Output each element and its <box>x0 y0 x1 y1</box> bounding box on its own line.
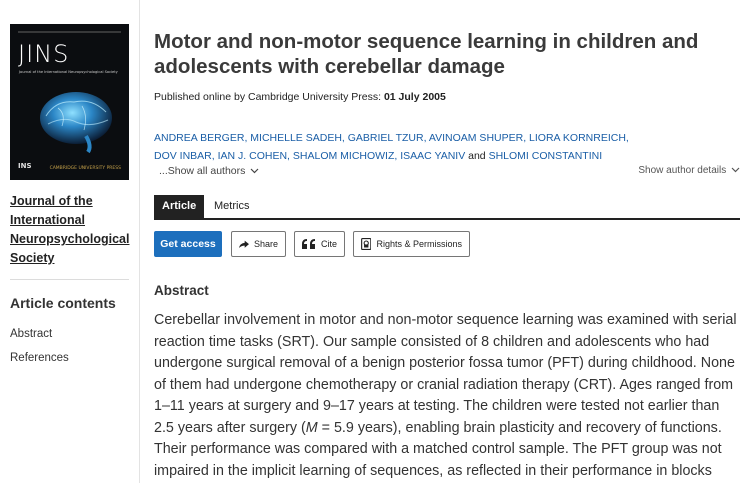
article-contents-heading: Article contents <box>10 295 116 311</box>
abstract-text-part-1: Cerebellar involvement in motor and non-… <box>154 312 737 436</box>
rights-permissions-button[interactable]: Rights & Permissions <box>353 231 470 257</box>
journal-cover-image[interactable]: JINS Journal of the International Neurop… <box>10 24 129 180</box>
get-access-button[interactable]: Get access <box>154 231 222 257</box>
tab-article[interactable]: Article <box>154 195 205 218</box>
show-author-details-label: Show author details <box>638 165 727 176</box>
cover-journal-abbrev: JINS <box>18 40 70 68</box>
article-tabs: Article Metrics <box>154 195 740 220</box>
published-prefix: Published online by Cambridge University… <box>154 91 382 103</box>
sidebar: JINS Journal of the International Neurop… <box>0 0 140 483</box>
share-label: Share <box>253 239 278 249</box>
abstract-mean-symbol: M <box>305 419 318 436</box>
published-date: 01 July 2005 <box>383 91 446 103</box>
quote-icon <box>302 239 315 249</box>
abstract-text: Cerebellar involvement in motor and non-… <box>154 310 738 483</box>
show-all-authors-toggle[interactable]: ...Show all authors <box>159 165 259 177</box>
abstract-heading: Abstract <box>154 283 209 298</box>
show-author-details-toggle[interactable]: Show author details <box>638 165 740 176</box>
cover-journal-subtitle: Journal of the International Neuropsycho… <box>19 70 118 74</box>
author-link[interactable]: ANDREA BERGER <box>154 132 244 144</box>
author-link[interactable]: DOV INBAR <box>154 150 212 162</box>
author-conjunction: and <box>468 150 486 162</box>
chevron-down-icon <box>731 167 740 173</box>
get-access-label: Get access <box>160 238 216 250</box>
author-link[interactable]: AVINOAM SHUPER <box>429 132 523 144</box>
contents-item-abstract[interactable]: Abstract <box>10 327 69 351</box>
author-link[interactable]: SHALOM MICHOWIZ <box>293 150 395 162</box>
arrow-share-icon <box>239 240 249 248</box>
cover-rule <box>18 31 121 33</box>
contents-item-references[interactable]: References <box>10 351 69 375</box>
article-contents-list: Abstract References <box>10 327 69 375</box>
rights-permissions-label: Rights & Permissions <box>376 239 462 249</box>
author-link[interactable]: IAN J. COHEN <box>218 150 287 162</box>
brain-illustration-icon <box>40 92 112 154</box>
author-link[interactable]: MICHELLE SADEH <box>250 132 342 144</box>
chevron-down-icon <box>250 168 259 174</box>
share-button[interactable]: Share <box>231 231 286 257</box>
sidebar-divider <box>10 279 129 280</box>
tab-metrics[interactable]: Metrics <box>206 195 257 218</box>
author-list: ANDREA BERGER, MICHELLE SADEH, GABRIEL T… <box>154 132 629 162</box>
cover-ins-logo: INS <box>18 162 32 170</box>
author-link[interactable]: ISAAC YANIV <box>400 150 465 162</box>
author-link[interactable]: LIORA KORNREICH <box>529 132 626 144</box>
show-all-authors-label: ...Show all authors <box>159 165 246 177</box>
author-link[interactable]: SHLOMI CONSTANTINI <box>489 150 603 162</box>
cite-button[interactable]: Cite <box>294 231 345 257</box>
author-link[interactable]: GABRIEL TZUR <box>348 132 424 144</box>
document-lock-icon <box>361 237 372 251</box>
article-title: Motor and non-motor sequence learning in… <box>154 30 699 78</box>
cite-label: Cite <box>320 239 337 249</box>
cover-publisher-mark: CAMBRIDGE UNIVERSITY PRESS <box>49 166 121 171</box>
published-line: Published online by Cambridge University… <box>154 91 446 103</box>
journal-title-link[interactable]: Journal of the International Neuropsycho… <box>10 192 130 268</box>
